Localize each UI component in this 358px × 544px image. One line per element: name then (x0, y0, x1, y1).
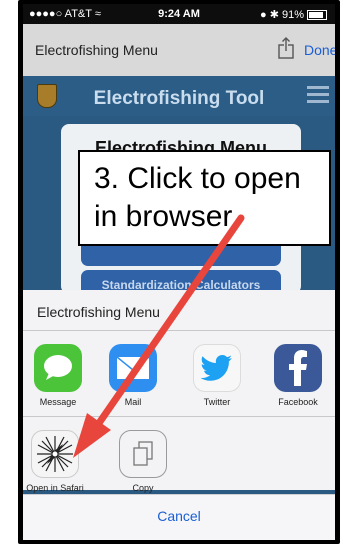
battery-label: ● ✱ 91% (260, 9, 304, 21)
share-facebook-label: Facebook (278, 397, 318, 407)
divider (23, 330, 335, 331)
phone-frame: ●●●●○ AT&T ≈ 9:24 AM ● ✱ 91% Electrofish… (18, 0, 340, 544)
twitter-icon (193, 344, 241, 392)
open-in-safari-label: Open in Safari (26, 483, 84, 493)
share-mail-button[interactable]: Mail (103, 344, 163, 407)
cancel-button[interactable]: Cancel (23, 494, 335, 540)
phone-screen: ●●●●○ AT&T ≈ 9:24 AM ● ✱ 91% Electrofish… (23, 4, 335, 540)
share-message-button[interactable]: Message (28, 344, 88, 407)
copy-label: Copy (132, 483, 154, 493)
battery-icon (307, 10, 327, 21)
callout-line-2: in browser (94, 200, 233, 233)
divider (23, 416, 335, 417)
share-icon[interactable] (275, 37, 297, 59)
done-button[interactable]: Done (304, 42, 335, 58)
callout-line-1: 3. Click to open (94, 162, 301, 195)
share-twitter-label: Twitter (203, 397, 231, 407)
nav-title: Electrofishing Menu (35, 42, 158, 58)
message-icon (34, 344, 82, 392)
share-sheet-title: Electrofishing Menu (37, 304, 160, 320)
app-header: Electrofishing Tool (23, 76, 335, 116)
mail-icon (109, 344, 157, 392)
share-twitter-button[interactable]: Twitter (187, 344, 247, 407)
share-facebook-button[interactable]: Facebook (268, 344, 328, 407)
battery-indicator: ● ✱ 91% (260, 8, 327, 21)
share-message-label: Message (39, 397, 77, 407)
menu-icon[interactable] (307, 86, 329, 106)
safari-compass-icon (31, 430, 79, 478)
share-sheet: Electrofishing Menu Message Mail Twitter (23, 290, 335, 493)
copy-button[interactable]: Copy (113, 430, 173, 493)
status-bar: ●●●●○ AT&T ≈ 9:24 AM ● ✱ 91% (23, 4, 335, 24)
navigation-bar: Electrofishing Menu Done (23, 24, 335, 77)
copy-icon (119, 430, 167, 478)
open-in-safari-button[interactable]: Open in Safari (25, 430, 85, 493)
share-mail-label: Mail (124, 397, 142, 407)
instruction-callout: 3. Click to open in browser (78, 150, 331, 246)
app-title: Electrofishing Tool (93, 88, 265, 109)
facebook-icon (274, 344, 322, 392)
